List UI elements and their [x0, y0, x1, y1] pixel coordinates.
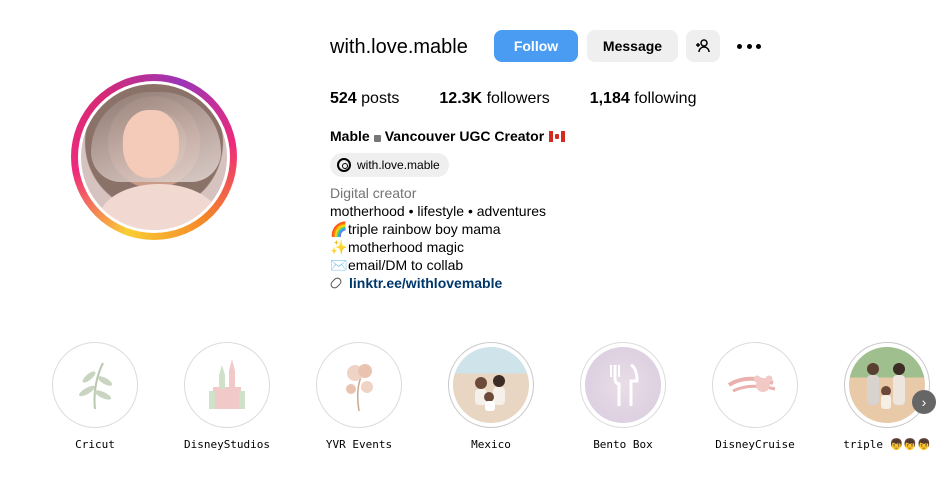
- highlight-ring: [580, 342, 666, 428]
- bio-link[interactable]: linktr.ee/withlovemable: [349, 275, 502, 291]
- highlight-ring: [316, 342, 402, 428]
- highlight-ring: [844, 342, 930, 428]
- highlight-label: YVR Events: [325, 438, 393, 451]
- sparkles-icon: ✨: [330, 239, 348, 255]
- avatar-body: [99, 184, 219, 230]
- add-user-icon: [696, 39, 710, 53]
- title-suffix: Vancouver UGC Creator: [384, 128, 545, 144]
- bio-line: ✉️email/DM to collab: [330, 257, 464, 273]
- more-dot: [756, 43, 761, 49]
- highlight-disneycruise[interactable]: DisneyCruise: [710, 342, 800, 451]
- posts-count: 524 posts: [330, 90, 400, 107]
- profile-avatar-ring[interactable]: [71, 74, 237, 240]
- link-icon: [328, 275, 344, 291]
- highlight-ring: [184, 342, 270, 428]
- highlight-label: DisneyStudios: [183, 438, 271, 451]
- highlight-label: Mexico: [471, 438, 511, 451]
- follow-button[interactable]: Follow: [494, 30, 578, 62]
- suggest-similar-button[interactable]: [686, 30, 720, 62]
- lock-icon: [373, 134, 381, 142]
- envelope-icon: ✉️: [330, 257, 348, 273]
- rainbow-icon: 🌈: [330, 221, 348, 237]
- bio: Digital creator motherhood • lifestyle •…: [328, 184, 547, 292]
- highlight-yvr-events[interactable]: YVR Events: [314, 342, 404, 451]
- cruise-icon: [717, 347, 793, 423]
- highlight-label: Cricut: [75, 438, 115, 451]
- threads-icon: [337, 158, 351, 172]
- threads-handle: with.love.mable: [357, 158, 440, 172]
- highlight-ring: [448, 342, 534, 428]
- avatar: [81, 84, 227, 230]
- category-label: Digital creator: [330, 185, 417, 201]
- chevron-right-icon: ›: [921, 394, 927, 410]
- highlight-disneystudios[interactable]: DisneyStudios: [182, 342, 272, 451]
- threads-badge[interactable]: with.love.mable: [330, 153, 449, 177]
- username: with.love.mable: [330, 36, 468, 58]
- more-dot: [737, 43, 742, 49]
- flower-icon: [321, 347, 397, 423]
- more-dot: [746, 43, 752, 49]
- canada-flag-icon: [549, 130, 566, 142]
- avatar-frame: [78, 81, 230, 233]
- highlight-ring: [52, 342, 138, 428]
- highlight-mexico[interactable]: Mexico: [446, 342, 536, 451]
- bio-line: 🌈triple rainbow boy mama: [330, 221, 501, 237]
- fork-knife-icon: [585, 347, 661, 423]
- highlight-label: triple 👦👦👦: [843, 438, 931, 451]
- story-highlights: Cricut DisneyStudios YVR Events Mexico B…: [0, 342, 950, 462]
- bio-link-row: linktr.ee/withlovemable: [328, 274, 546, 292]
- bio-line: ✨motherhood magic: [330, 239, 464, 255]
- beach-photo: [453, 347, 529, 423]
- leaf-icon: [57, 347, 133, 423]
- avatar-face: [123, 110, 179, 178]
- full-name-text: Mable: [330, 128, 370, 144]
- full-name: Mable Vancouver UGC Creator: [330, 128, 566, 144]
- bio-line: motherhood • lifestyle • adventures: [330, 203, 547, 219]
- profile-stats: 524 posts 12.3K followers 1,184 followin…: [330, 90, 736, 108]
- more-options-button[interactable]: [737, 38, 761, 54]
- highlight-bento-box[interactable]: Bento Box: [578, 342, 668, 451]
- highlight-label: Bento Box: [593, 438, 653, 451]
- castle-icon: [189, 347, 265, 423]
- followers-link[interactable]: 12.3K followers: [439, 90, 549, 108]
- highlight-label: DisneyCruise: [715, 438, 795, 451]
- highlight-cricut[interactable]: Cricut: [50, 342, 140, 451]
- message-button[interactable]: Message: [587, 30, 678, 62]
- highlights-next-button[interactable]: ›: [912, 390, 936, 414]
- highlight-ring: [712, 342, 798, 428]
- following-link[interactable]: 1,184 following: [590, 90, 697, 108]
- family-photo: [849, 347, 925, 423]
